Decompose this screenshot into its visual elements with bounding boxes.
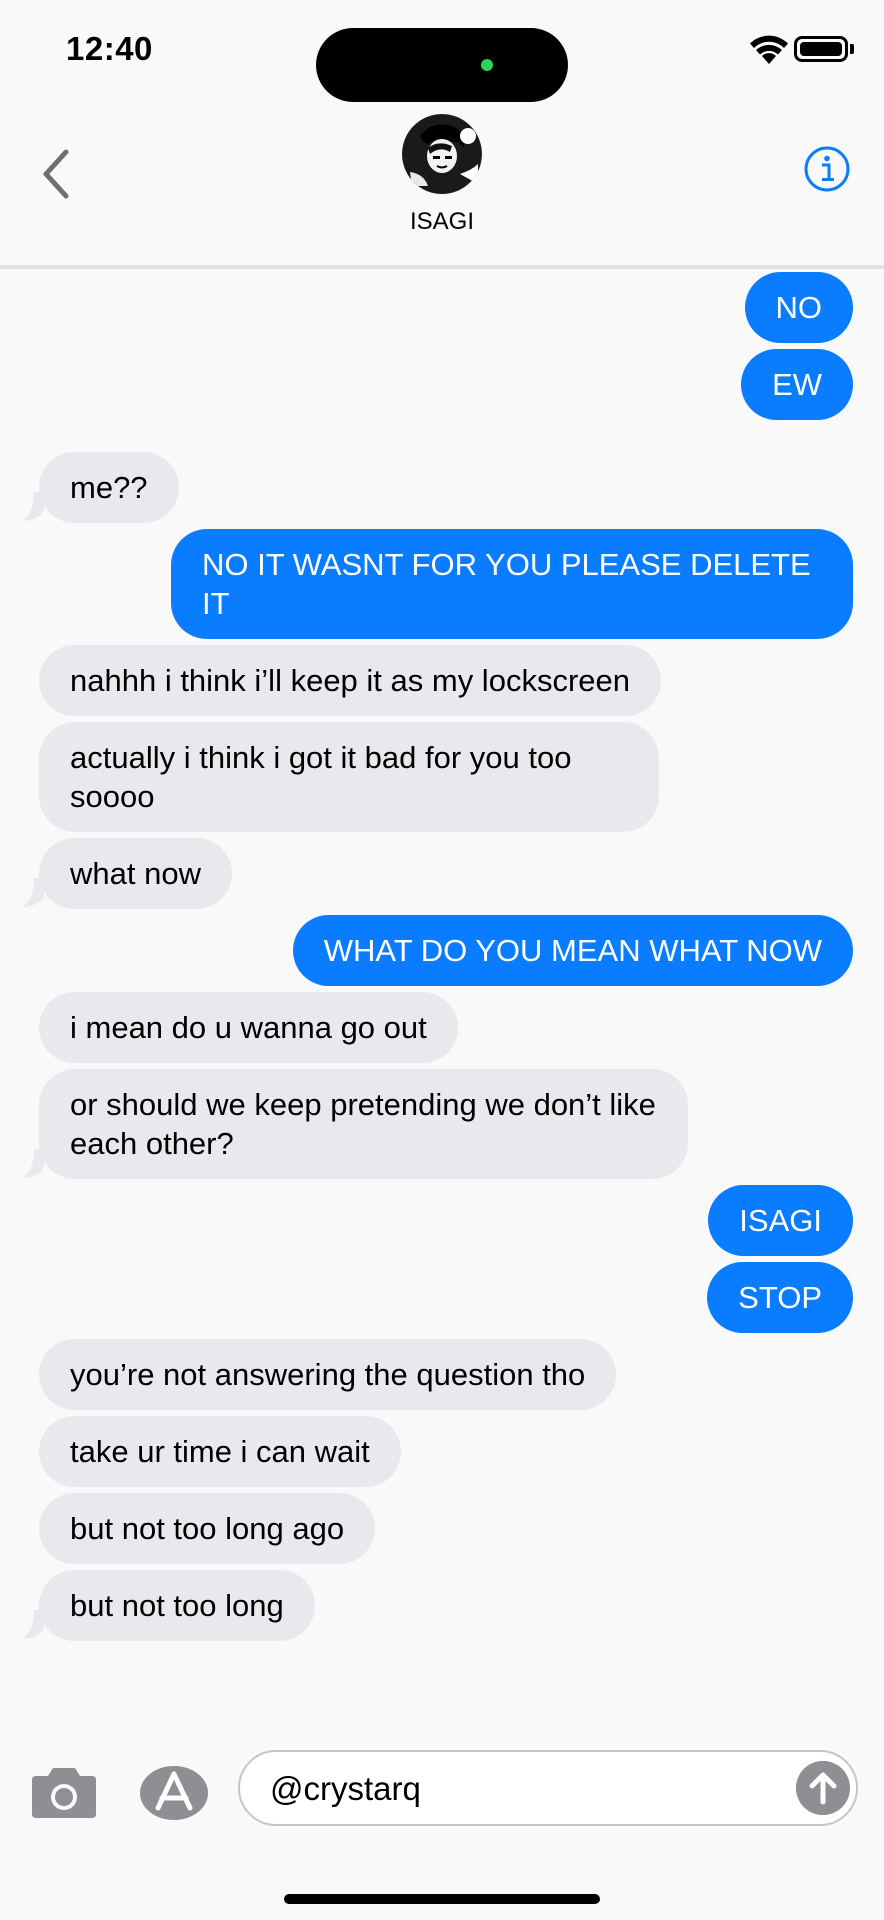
incoming-message[interactable]: actually i think i got it bad for you to… xyxy=(39,722,659,832)
incoming-message[interactable]: or should we keep pretending we don’t li… xyxy=(39,1069,688,1179)
wifi-icon xyxy=(750,35,788,64)
home-indicator[interactable] xyxy=(284,1894,600,1904)
message-input[interactable]: @crystarq xyxy=(238,1750,858,1826)
outgoing-message[interactable]: WHAT DO YOU MEAN WHAT NOW xyxy=(292,915,853,986)
incoming-message[interactable]: but not too long xyxy=(39,1570,315,1641)
outgoing-message[interactable]: STOP xyxy=(707,1262,853,1333)
incoming-message[interactable]: nahhh i think i’ll keep it as my lockscr… xyxy=(39,645,661,716)
incoming-message[interactable]: you’re not answering the question tho xyxy=(39,1339,617,1410)
incoming-message[interactable]: but not too long ago xyxy=(39,1493,376,1564)
conversation-header: ISAGI xyxy=(0,100,884,266)
incoming-message[interactable]: what now xyxy=(39,838,232,909)
outgoing-message[interactable]: ISAGI xyxy=(708,1185,853,1256)
camera-icon[interactable] xyxy=(30,1764,98,1820)
outgoing-message[interactable]: EW xyxy=(741,349,853,420)
outgoing-message[interactable]: NO IT WASNT FOR YOU PLEASE DELETE IT xyxy=(171,529,853,639)
send-arrow-icon[interactable] xyxy=(796,1761,850,1815)
camera-indicator-dot xyxy=(481,59,493,71)
info-icon[interactable] xyxy=(802,144,852,194)
header-divider xyxy=(0,265,884,269)
contact-avatar[interactable] xyxy=(402,114,482,194)
battery-icon xyxy=(794,36,848,62)
incoming-message[interactable]: me?? xyxy=(39,452,179,523)
incoming-message[interactable]: i mean do u wanna go out xyxy=(39,992,458,1063)
message-input-text[interactable]: @crystarq xyxy=(270,1770,421,1808)
contact-name[interactable]: ISAGI xyxy=(0,208,884,236)
battery-nub xyxy=(850,44,854,54)
dynamic-island xyxy=(316,28,568,102)
back-chevron-icon[interactable] xyxy=(36,144,76,204)
avatar-illustration xyxy=(402,114,482,194)
outgoing-message[interactable]: NO xyxy=(744,272,853,343)
status-time: 12:40 xyxy=(66,30,153,67)
app-store-icon[interactable] xyxy=(138,1764,210,1822)
incoming-message[interactable]: take ur time i can wait xyxy=(39,1416,401,1487)
